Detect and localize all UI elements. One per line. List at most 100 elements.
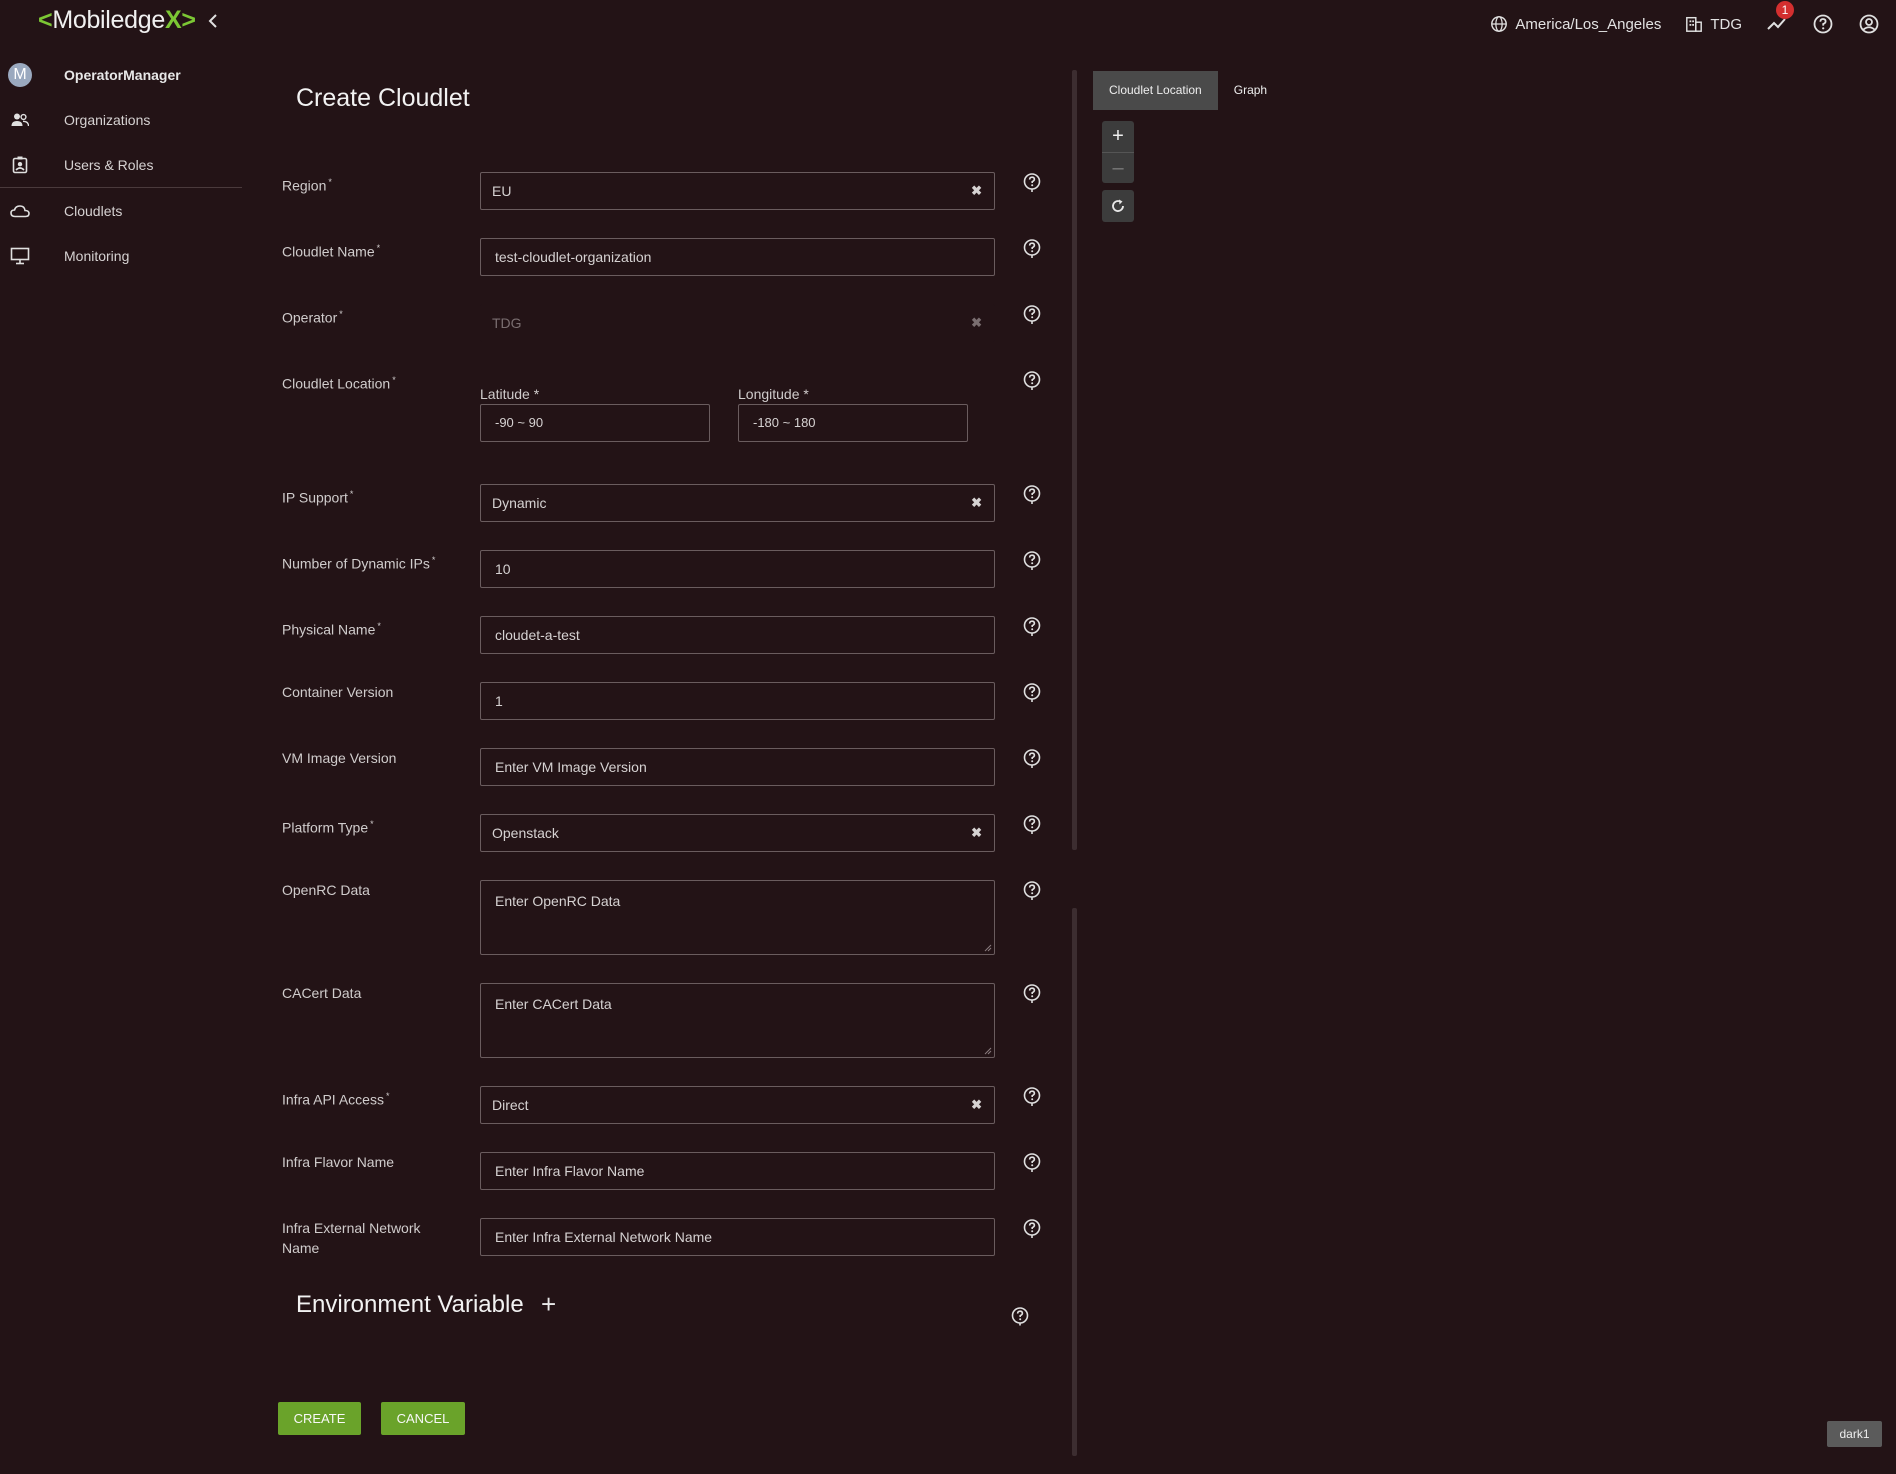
help-icon[interactable] [1022,1152,1042,1174]
building-icon [1686,16,1703,32]
globe-icon [1491,16,1508,32]
top-bar: <MobiledgeX> America/Los_Angeles TDG 1 [0,0,1896,48]
operator-value: TDG [492,315,522,331]
top-right-toolbar: America/Los_Angeles TDG 1 [1490,0,1896,48]
id-badge-icon [12,156,28,173]
num-dynamic-ips-input[interactable]: 10 [480,550,995,588]
infra-api-access-select[interactable]: Direct ✖ [480,1086,995,1124]
container-version-label: Container Version [282,684,394,700]
resize-grip-icon[interactable] [984,944,992,952]
people-icon [11,113,29,126]
sidebar-item-label: Cloudlets [64,202,123,219]
help-icon[interactable] [1022,484,1042,506]
infra-flavor-name-input[interactable]: Enter Infra Flavor Name [480,1152,995,1190]
sidebar-user-label: OperatorManager [64,66,181,83]
sidebar-user[interactable]: M OperatorManager [0,52,242,97]
sidebar-item-monitoring[interactable]: Monitoring [0,233,242,278]
help-icon[interactable] [1022,370,1042,392]
notification-badge: 1 [1776,1,1794,19]
cloudlet-location-row: Cloudlet Location * Latitude * -90 ~ 90 L… [282,370,1042,460]
page-title: Create Cloudlet [296,84,470,112]
region-label: Region * [282,177,332,194]
tab-graph[interactable]: Graph [1218,71,1283,110]
openrc-data-label: OpenRC Data [282,882,370,898]
cloudlet-name-input[interactable]: test-cloudlet-organization [480,238,995,276]
avatar: M [8,62,32,87]
openrc-data-textarea[interactable]: Enter OpenRC Data [480,880,995,955]
sidebar-item-users-roles[interactable]: Users & Roles [0,142,242,187]
help-icon[interactable] [1022,304,1042,326]
add-environment-variable-button[interactable]: + [541,1289,556,1320]
cacert-data-label: CACert Data [282,985,362,1001]
physical-name-input[interactable]: cloudet-a-test [480,616,995,654]
tab-cloudlet-location[interactable]: Cloudlet Location [1093,71,1218,110]
help-icon[interactable] [1022,748,1042,770]
clear-icon: ✖ [971,315,982,330]
account-button[interactable] [1858,13,1880,35]
help-icon[interactable] [1022,880,1042,902]
environment-variable-title: Environment Variable [296,1291,524,1318]
sidebar-item-organizations[interactable]: Organizations [0,97,242,142]
organization-selector[interactable]: TDG [1685,15,1742,33]
platform-type-select[interactable]: Openstack ✖ [480,814,995,852]
help-icon[interactable] [1010,1306,1030,1326]
infra-external-network-input[interactable]: Enter Infra External Network Name [480,1218,995,1256]
sidebar: M OperatorManager Organizations Users & … [0,52,242,278]
form-scrollbar-lower[interactable] [1072,908,1077,1456]
help-icon[interactable] [1022,550,1042,572]
timezone-label: America/Los_Angeles [1515,15,1662,33]
help-icon[interactable] [1022,1218,1042,1240]
account-icon [1859,14,1879,34]
timezone-selector[interactable]: America/Los_Angeles [1490,15,1661,33]
longitude-label: Longitude * [738,386,809,402]
infra-flavor-name-label: Infra Flavor Name [282,1154,395,1170]
clear-icon[interactable]: ✖ [971,815,982,851]
cloudlet-name-label: Cloudlet Name * [282,243,381,260]
vm-image-version-input[interactable]: Enter VM Image Version [480,748,995,786]
help-icon[interactable] [1022,983,1042,1005]
zoom-out-button[interactable]: – [1102,152,1134,183]
help-icon [1813,14,1833,34]
map-reset-button[interactable] [1102,190,1134,222]
help-icon[interactable] [1022,238,1042,260]
help-icon[interactable] [1022,1086,1042,1108]
container-version-input[interactable]: 1 [480,682,995,720]
sidebar-item-cloudlets[interactable]: Cloudlets [0,188,242,233]
vm-image-version-label: VM Image Version [282,750,397,766]
help-button[interactable] [1812,13,1834,35]
resize-grip-icon[interactable] [984,1047,992,1055]
cancel-button[interactable]: CANCEL [381,1402,465,1435]
zoom-controls: + – [1102,121,1134,183]
help-icon[interactable] [1022,814,1042,836]
cloudlet-location-label: Cloudlet Location * [282,375,396,392]
cloud-icon [10,204,30,217]
latitude-input[interactable]: -90 ~ 90 [480,404,710,442]
help-icon[interactable] [1022,682,1042,704]
zoom-in-button[interactable]: + [1102,121,1134,152]
map-tabs: Cloudlet Location Graph [1093,71,1283,110]
notifications-button[interactable]: 1 [1766,1,1794,35]
monitor-icon [10,247,30,264]
clear-icon[interactable]: ✖ [971,1087,982,1123]
region-select[interactable]: EU ✖ [480,172,995,210]
mobiledgex-logo[interactable]: <MobiledgeX> [38,6,196,35]
ip-support-select[interactable]: Dynamic ✖ [480,484,995,522]
cacert-data-textarea[interactable]: Enter CACert Data [480,983,995,1058]
collapse-sidebar-icon[interactable] [205,10,221,32]
longitude-input[interactable]: -180 ~ 180 [738,404,968,442]
clear-icon[interactable]: ✖ [971,485,982,521]
infra-api-access-value: Direct [492,1097,529,1113]
clear-icon[interactable]: ✖ [971,173,982,209]
platform-type-label: Platform Type * [282,819,374,836]
theme-indicator[interactable]: dark1 [1827,1421,1882,1447]
infra-external-network-label: Infra External Network Name [282,1220,421,1256]
form-scrollbar[interactable] [1072,70,1077,850]
ip-support-value: Dynamic [492,495,547,511]
operator-select: TDG ✖ [480,304,995,342]
help-icon[interactable] [1022,172,1042,194]
create-button[interactable]: CREATE [278,1402,361,1435]
platform-type-value: Openstack [492,825,559,841]
infra-api-access-label: Infra API Access * [282,1091,390,1108]
sidebar-item-label: Users & Roles [64,156,154,173]
help-icon[interactable] [1022,616,1042,638]
